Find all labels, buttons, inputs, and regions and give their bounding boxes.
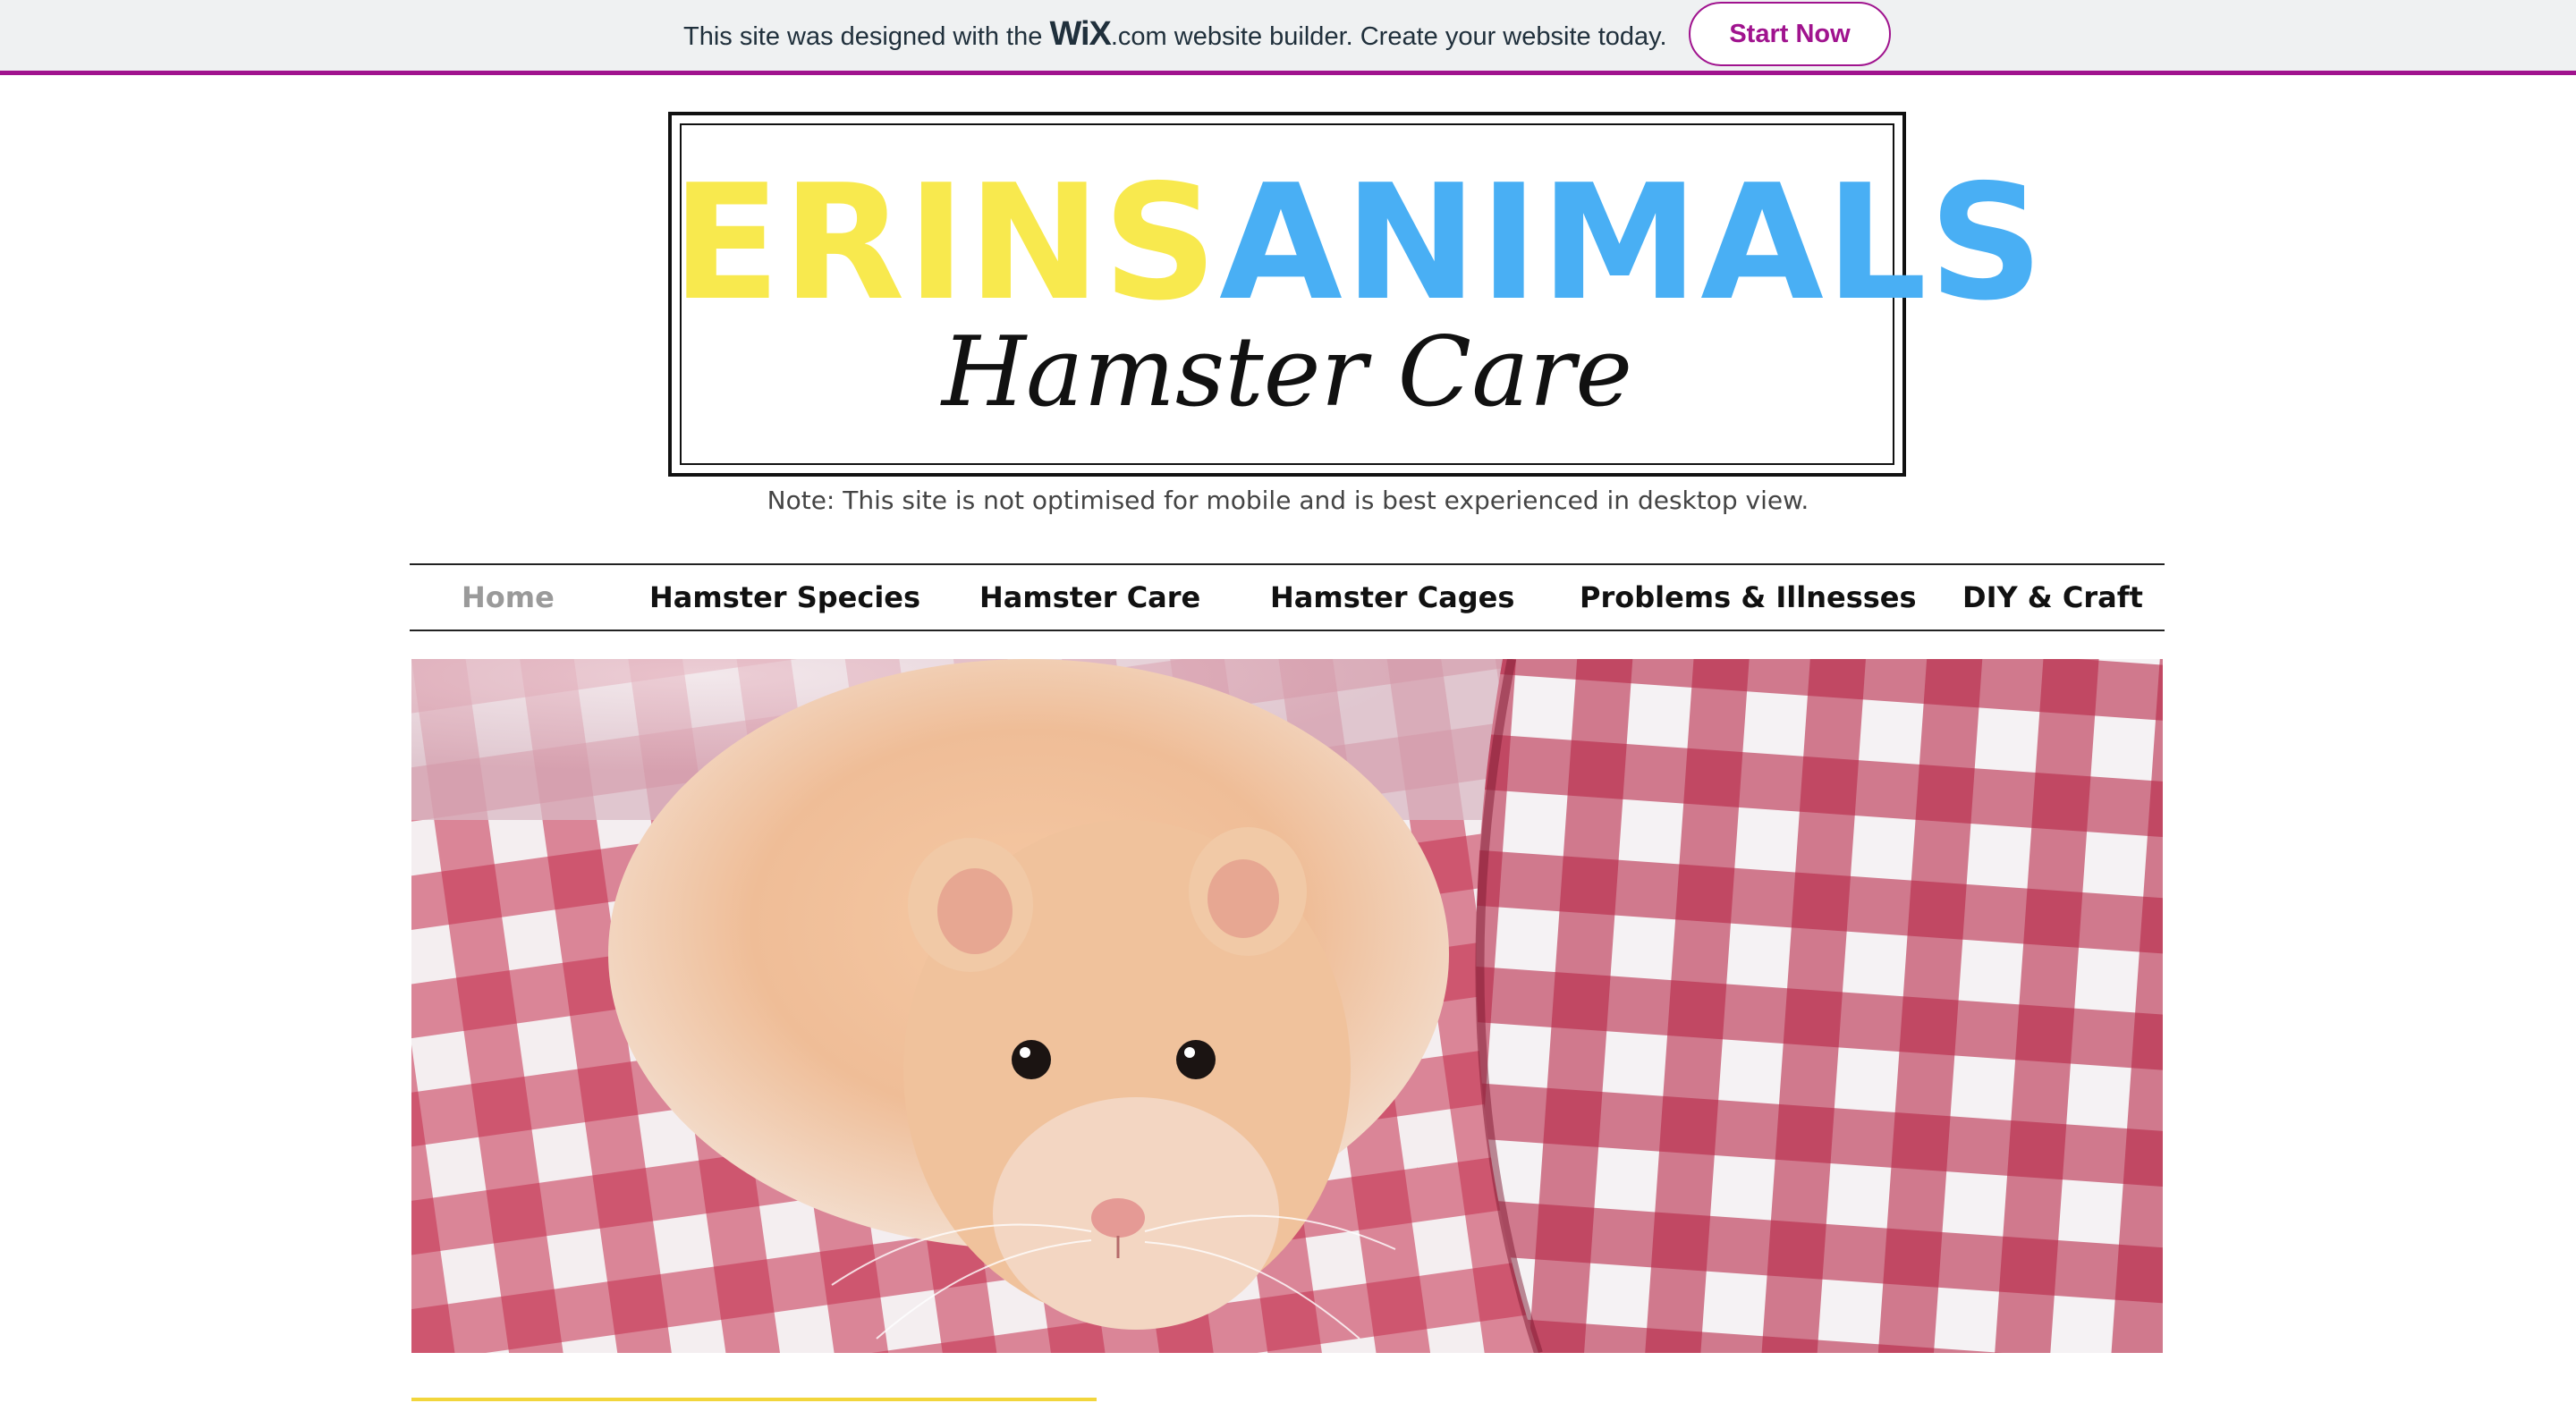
wix-banner-text: This site was designed with the WiX.com … <box>683 14 1667 54</box>
nav-item-problems-illnesses[interactable]: Problems & Illnesses <box>1580 565 1917 630</box>
banner-text-before: This site was designed with the <box>683 22 1043 51</box>
wix-promo-banner: This site was designed with the WiX.com … <box>0 0 2576 75</box>
mobile-note: Note: This site is not optimised for mob… <box>767 486 1809 515</box>
nav-item-hamster-species[interactable]: Hamster Species <box>649 565 920 630</box>
site-logo[interactable]: ERINSANIMALS Hamster Care <box>668 112 2044 477</box>
main-nav: Home Hamster Species Hamster Care Hamste… <box>410 563 2165 631</box>
banner-text-after: website builder. Create your website tod… <box>1174 22 1667 51</box>
hero-image <box>411 659 2163 1353</box>
yellow-accent-line <box>411 1398 1097 1401</box>
nav-item-hamster-cages[interactable]: Hamster Cages <box>1270 565 1514 630</box>
wix-dotcom: .com <box>1110 22 1167 51</box>
logo-title-part2: ANIMALS <box>1219 150 2046 335</box>
hamster-illustration <box>411 659 2163 1353</box>
start-now-button[interactable]: Start Now <box>1689 2 1891 66</box>
logo-title-part1: ERINS <box>672 150 1220 335</box>
nav-item-home[interactable]: Home <box>462 565 555 630</box>
logo-title: ERINSANIMALS <box>672 158 2044 328</box>
logo-subtitle: Hamster Care <box>941 317 1633 428</box>
nav-item-diy-craft[interactable]: DIY & Craft <box>1962 565 2143 630</box>
wix-logo: WiX <box>1049 15 1111 53</box>
nav-item-hamster-care[interactable]: Hamster Care <box>979 565 1200 630</box>
